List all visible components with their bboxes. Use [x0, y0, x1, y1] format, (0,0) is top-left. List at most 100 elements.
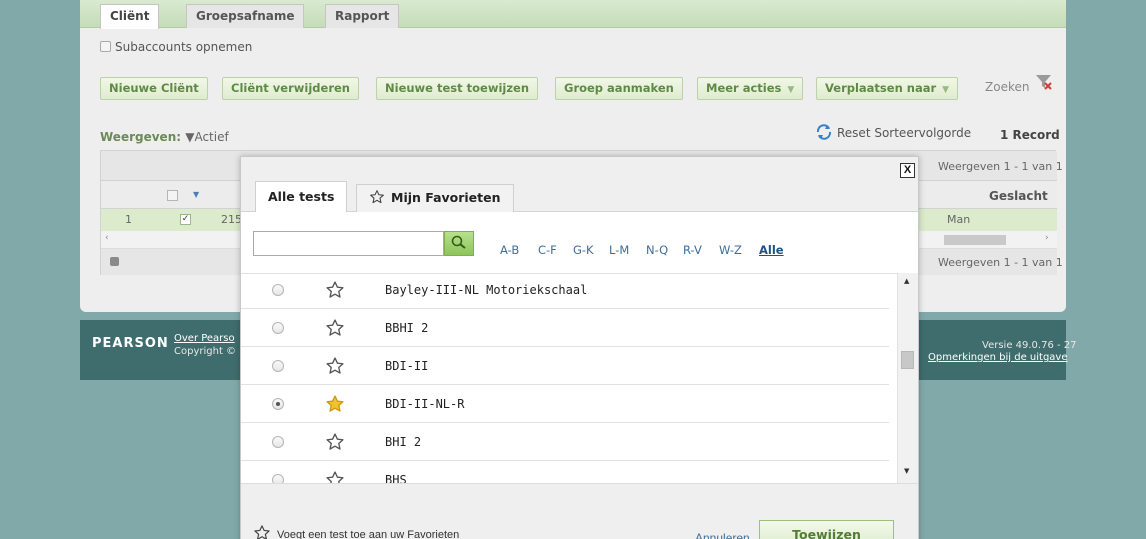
delete-client-label: Cliënt verwijderen	[231, 81, 350, 95]
reset-sort-label: Reset Sorteervolgorde	[837, 126, 972, 140]
create-group-label: Groep aanmaken	[564, 81, 674, 95]
assign-test-label: Nieuwe test toewijzen	[385, 81, 530, 95]
scroll-thumb[interactable]	[944, 235, 1006, 245]
test-name: Bayley-III-NL Motoriekschaal	[385, 283, 588, 297]
scroll-right-icon[interactable]: ›	[1045, 233, 1049, 243]
test-name: BDI-II-NL-R	[385, 397, 465, 411]
test-name: BHS	[385, 473, 407, 483]
scroll-left-icon[interactable]: ‹	[105, 233, 109, 243]
alpha-filter-rv[interactable]: R-V	[683, 243, 702, 257]
alpha-filter-cf[interactable]: C-F	[538, 243, 557, 257]
test-radio[interactable]	[272, 436, 284, 448]
test-list-scrollbar[interactable]: ▲ ▼	[897, 273, 918, 483]
test-name: BHI 2	[385, 435, 422, 449]
dialog-footer: Voegt een test toe aan uw Favorieten Ann…	[241, 483, 918, 539]
test-radio[interactable]	[272, 284, 284, 296]
select-all-checkbox[interactable]	[167, 190, 178, 201]
more-actions-label: Meer acties	[706, 81, 782, 95]
search-button[interactable]	[444, 231, 474, 256]
move-to-button[interactable]: Verplaatsen naar ▼	[816, 77, 959, 100]
row-checkbox[interactable]: ✓	[180, 214, 191, 225]
star-outline-icon[interactable]	[325, 318, 345, 338]
star-outline-icon[interactable]	[325, 356, 345, 376]
col-geslacht[interactable]: Geslacht	[989, 189, 1048, 203]
copyright-text: Copyright ©	[174, 346, 237, 357]
scroll-down-icon[interactable]: ▼	[904, 467, 909, 475]
favorites-hint: Voegt een test toe aan uw Favorieten	[253, 524, 459, 539]
tab-favorites[interactable]: Mijn Favorieten	[356, 184, 514, 212]
test-name: BDI-II	[385, 359, 429, 373]
close-button[interactable]: X	[900, 163, 915, 178]
row-geslacht: Man	[947, 213, 971, 226]
dialog-header: X Alle tests Mijn Favorieten	[241, 157, 918, 212]
new-client-button[interactable]: Nieuwe Cliënt	[100, 77, 208, 100]
filter-selector[interactable]: Weergeven: ▼Actief	[100, 130, 229, 144]
alpha-filter-all[interactable]: Alle	[759, 243, 784, 257]
reset-sort-button[interactable]: Reset Sorteervolgorde	[815, 123, 971, 141]
favorites-hint-text: Voegt een test toe aan uw Favorieten	[277, 529, 460, 539]
version-text: Versie 49.0.76 - 27	[982, 340, 1077, 351]
cancel-link[interactable]: Annuleren	[695, 531, 750, 539]
release-notes-link[interactable]: Opmerkingen bij de uitgave	[928, 352, 1068, 363]
alpha-filter-gk[interactable]: G-K	[573, 243, 594, 257]
test-radio[interactable]	[272, 322, 284, 334]
alpha-filter-lm[interactable]: L-M	[609, 243, 629, 257]
more-actions-button[interactable]: Meer acties ▼	[697, 77, 804, 100]
star-outline-icon	[254, 525, 270, 539]
test-name: BBHI 2	[385, 321, 429, 335]
star-outline-icon[interactable]	[325, 470, 345, 483]
filter-value[interactable]: ▼Actief	[185, 130, 228, 144]
alpha-filter-ab[interactable]: A-B	[500, 243, 519, 257]
assign-test-button[interactable]: Nieuwe test toewijzen	[376, 77, 539, 100]
record-count: 1 Record	[1000, 128, 1060, 142]
tab-client[interactable]: Cliënt	[100, 4, 160, 29]
move-to-label: Verplaatsen naar	[825, 81, 937, 95]
scroll-up-icon[interactable]: ▲	[904, 277, 909, 285]
grid-range-bottom: Weergeven 1 - 1 van 1	[938, 256, 1063, 269]
clear-filter-icon[interactable]	[1035, 74, 1053, 90]
test-radio[interactable]	[272, 474, 284, 483]
pearson-logo: PEARSON	[92, 336, 169, 351]
new-client-label: Nieuwe Cliënt	[109, 81, 199, 95]
list-item[interactable]: BHI 2	[241, 423, 889, 461]
test-list: Bayley-III-NL Motoriekschaal BBHI 2 BDI-II…	[241, 273, 897, 483]
test-search-input[interactable]	[253, 231, 444, 256]
list-item[interactable]: BDI-II-NL-R	[241, 385, 889, 423]
search-icon	[451, 235, 466, 249]
star-filled-icon[interactable]	[325, 394, 345, 414]
subaccounts-checkbox[interactable]: Subaccounts opnemen	[100, 40, 252, 54]
search-link[interactable]: Zoeken	[985, 80, 1029, 94]
subaccounts-checkbox-box[interactable]	[100, 41, 111, 52]
chevron-down-icon[interactable]: ▼	[193, 190, 199, 199]
filter-label: Weergeven:	[100, 130, 182, 144]
delete-client-button[interactable]: Cliënt verwijderen	[222, 77, 359, 100]
tab-favorites-label: Mijn Favorieten	[391, 190, 501, 205]
star-outline-icon	[370, 190, 384, 204]
test-radio[interactable]	[272, 360, 284, 372]
list-item[interactable]: Bayley-III-NL Motoriekschaal	[241, 274, 889, 309]
chevron-down-icon: ▼	[787, 85, 795, 95]
tabs-bar: Cliënt Groepsafname Rapport	[80, 0, 1066, 29]
grid-settings-icon[interactable]	[110, 257, 119, 266]
alpha-filter-wz[interactable]: W-Z	[719, 243, 742, 257]
list-item[interactable]: BDI-II	[241, 347, 889, 385]
tab-all-tests[interactable]: Alle tests	[255, 181, 348, 212]
tab-rapport[interactable]: Rapport	[325, 4, 400, 28]
test-radio[interactable]	[272, 398, 284, 410]
star-outline-icon[interactable]	[325, 432, 345, 452]
tab-groepsafname[interactable]: Groepsafname	[186, 4, 305, 28]
grid-range-top: Weergeven 1 - 1 van 1	[938, 160, 1063, 173]
row-id: 215	[221, 213, 242, 226]
alpha-filter-nq[interactable]: N-Q	[646, 243, 668, 257]
refresh-icon	[816, 124, 832, 140]
scroll-thumb[interactable]	[901, 351, 914, 369]
select-test-dialog: X Alle tests Mijn Favorieten A-B C-F G-K…	[240, 156, 919, 539]
create-group-button[interactable]: Groep aanmaken	[555, 77, 683, 100]
subaccounts-label: Subaccounts opnemen	[115, 40, 253, 54]
list-item[interactable]: BBHI 2	[241, 309, 889, 347]
row-index: 1	[125, 213, 132, 226]
assign-button[interactable]: Toewijzen	[759, 520, 894, 539]
list-item[interactable]: BHS	[241, 461, 889, 483]
about-link[interactable]: Over Pearso	[174, 333, 235, 344]
star-outline-icon[interactable]	[325, 280, 345, 300]
